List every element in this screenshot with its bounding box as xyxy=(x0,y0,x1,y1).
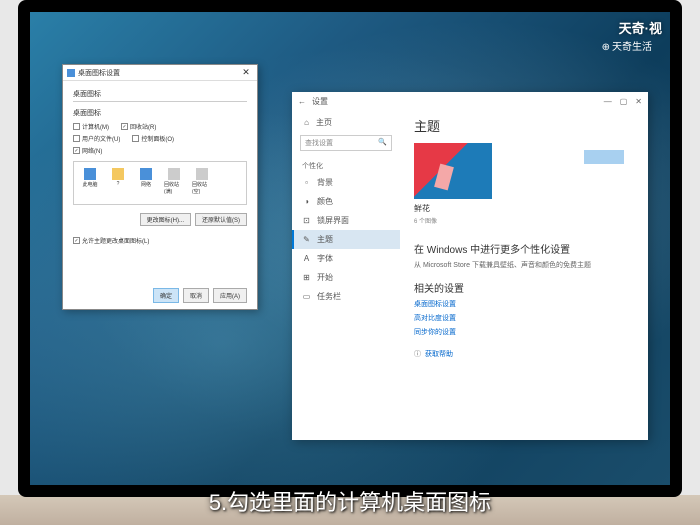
related-heading: 相关的设置 xyxy=(414,280,634,295)
link-help[interactable]: 获取帮助 xyxy=(425,349,453,359)
back-icon[interactable]: ← xyxy=(298,97,306,106)
theme-name: 鲜花 xyxy=(414,203,634,214)
sidebar-item-themes[interactable]: ✎主题 xyxy=(292,230,400,249)
check-controlpanel[interactable]: 控制面板(O) xyxy=(132,134,174,143)
close-icon[interactable]: ✕ xyxy=(239,67,253,78)
icon-recycle-full[interactable]: 回收站(满) xyxy=(164,168,184,198)
sidebar-item-taskbar[interactable]: ▭任务栏 xyxy=(292,287,400,306)
sidebar-item-start[interactable]: ⊞开始 xyxy=(292,268,400,287)
check-userfiles[interactable]: 用户的文件(U) xyxy=(73,134,120,143)
page-title: 主题 xyxy=(414,116,634,135)
watermark-sub: 天奇生活 xyxy=(602,38,652,53)
home-icon: ⌂ xyxy=(302,118,311,127)
sidebar-item-fonts[interactable]: A字体 xyxy=(292,249,400,268)
link-desktop-icons[interactable]: 桌面图标设置 xyxy=(414,299,634,309)
taskbar-icon: ▭ xyxy=(302,292,311,301)
settings-content: 主题 鲜花 6 个图像 在 Windows 中进行更多个性化设置 从 Micro… xyxy=(400,110,648,440)
search-input[interactable]: 查找设置🔍 xyxy=(300,135,392,151)
accent-preview xyxy=(584,150,624,164)
sidebar-item-lockscreen[interactable]: ⊡锁屏界面 xyxy=(292,211,400,230)
dialog-titlebar: 桌面图标设置 ✕ xyxy=(63,65,257,81)
lockscreen-icon: ⊡ xyxy=(302,216,311,225)
sidebar-item-background[interactable]: ▫背景 xyxy=(292,173,400,192)
icon-network[interactable]: 网络 xyxy=(136,168,156,198)
theme-subtitle: 6 个图像 xyxy=(414,216,634,225)
apply-button[interactable]: 应用(A) xyxy=(213,288,247,303)
icon-user[interactable]: ? xyxy=(108,168,128,198)
check-network[interactable]: ✓网络(N) xyxy=(73,146,102,155)
colors-icon: ◑ xyxy=(302,197,311,206)
icon-thispc[interactable]: 此电脑 xyxy=(80,168,100,198)
help-icon: ⓘ xyxy=(414,349,421,359)
ok-button[interactable]: 确定 xyxy=(153,288,179,303)
settings-sidebar: ⌂主页 查找设置🔍 个性化 ▫背景 ◑颜色 ⊡锁屏界面 ✎主题 A字体 ⊞开始 … xyxy=(292,110,400,440)
allow-themes-check[interactable]: ✓ xyxy=(73,237,80,244)
more-subtext: 从 Microsoft Store 下载兼具壁纸、声音和颜色的免费主题 xyxy=(414,260,634,270)
sidebar-item-colors[interactable]: ◑颜色 xyxy=(292,192,400,211)
allow-themes-label: 允许主题更改桌面图标(L) xyxy=(82,236,149,245)
theme-thumbnail[interactable] xyxy=(414,143,492,199)
themes-icon: ✎ xyxy=(302,235,311,244)
sidebar-home[interactable]: ⌂主页 xyxy=(292,114,400,131)
link-high-contrast[interactable]: 高对比度设置 xyxy=(414,313,634,323)
icon-recycle-empty[interactable]: 回收站(空) xyxy=(192,168,212,198)
video-caption: 5.勾选里面的计算机桌面图标 xyxy=(0,485,700,517)
check-recycle[interactable]: ✓回收站(R) xyxy=(121,122,156,131)
window-icon xyxy=(67,69,75,77)
restore-default-button[interactable]: 还原默认值(S) xyxy=(195,213,247,226)
section-label: 桌面图标 xyxy=(73,108,247,118)
start-icon: ⊞ xyxy=(302,273,311,282)
desktop-icon-dialog: 桌面图标设置 ✕ 桌面图标 桌面图标 计算机(M) ✓回收站(R) 用户的文件(… xyxy=(62,64,258,310)
sidebar-category: 个性化 xyxy=(292,155,400,173)
cancel-button[interactable]: 取消 xyxy=(183,288,209,303)
close-icon[interactable]: ✕ xyxy=(635,97,642,106)
settings-title: 设置 xyxy=(312,96,328,107)
dialog-tab[interactable]: 桌面图标 xyxy=(73,87,247,102)
minimize-icon[interactable]: — xyxy=(604,97,612,106)
link-sync[interactable]: 同步你的设置 xyxy=(414,327,634,337)
fonts-icon: A xyxy=(302,254,311,263)
change-icon-button[interactable]: 更改图标(H)... xyxy=(140,213,191,226)
watermark-top: 天奇·视 xyxy=(619,18,662,37)
search-icon: 🔍 xyxy=(378,138,387,148)
settings-titlebar: ← 设置 — ▢ ✕ xyxy=(292,92,648,110)
maximize-icon[interactable]: ▢ xyxy=(620,97,628,106)
check-computer[interactable]: 计算机(M) xyxy=(73,122,109,131)
icon-preview-box: 此电脑 ? 网络 回收站(满) 回收站(空) xyxy=(73,161,247,205)
settings-window: ← 设置 — ▢ ✕ ⌂主页 查找设置🔍 个性化 ▫背景 ◑颜色 ⊡锁屏界面 ✎… xyxy=(292,92,648,440)
more-heading: 在 Windows 中进行更多个性化设置 xyxy=(414,241,634,256)
dialog-title: 桌面图标设置 xyxy=(78,68,120,78)
background-icon: ▫ xyxy=(302,178,311,187)
